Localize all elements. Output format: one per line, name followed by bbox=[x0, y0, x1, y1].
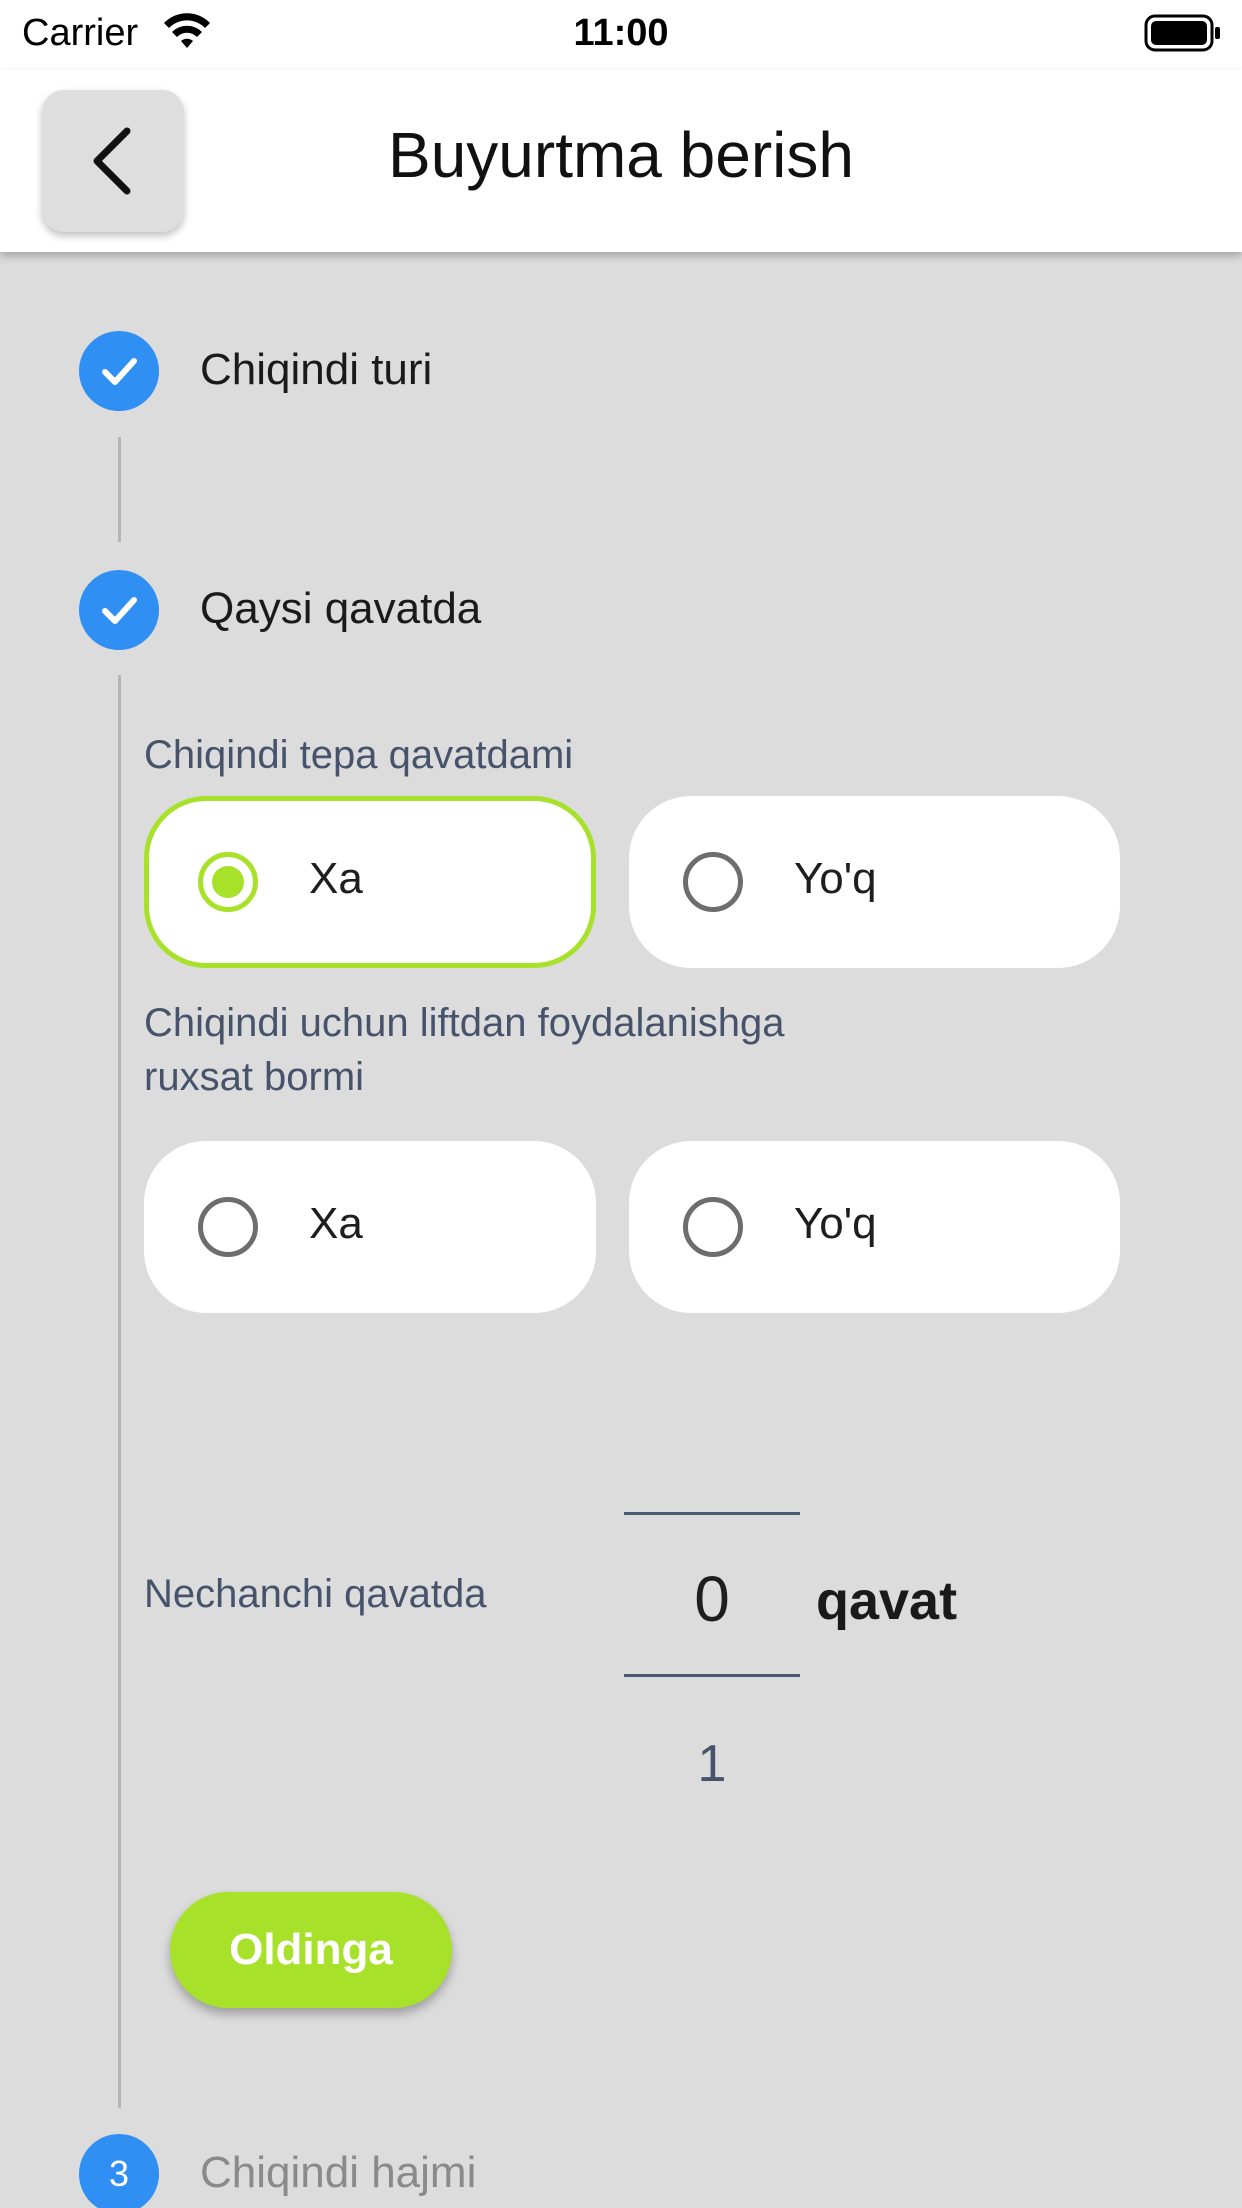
radio-option-top-floor-no[interactable]: Yo'q bbox=[629, 796, 1120, 968]
radio-option-lift-no[interactable]: Yo'q bbox=[629, 1141, 1120, 1313]
question-line: Chiqindi uchun liftdan foydalanishga bbox=[144, 1001, 785, 1045]
step-number: 3 bbox=[108, 2153, 130, 2194]
radio-label: Yo'q bbox=[794, 854, 877, 903]
picker-divider bbox=[624, 1512, 800, 1515]
floor-unit-label: qavat bbox=[816, 1571, 958, 1631]
radio-option-top-floor-yes[interactable]: Xa bbox=[144, 796, 596, 968]
page-title: Buyurtma berish bbox=[388, 119, 854, 191]
question-line: ruxsat bormi bbox=[144, 1055, 365, 1099]
status-time: 11:00 bbox=[573, 12, 669, 54]
radio-label: Xa bbox=[309, 1199, 363, 1248]
floor-picker-selected-value[interactable]: 0 bbox=[624, 1562, 800, 1636]
picker-divider bbox=[624, 1674, 800, 1677]
battery-icon bbox=[1144, 14, 1220, 52]
app-bar: Buyurtma berish bbox=[0, 70, 1242, 252]
question-lift-permission: Chiqindi uchun liftdan foydalanishga rux… bbox=[144, 996, 784, 1104]
radio-option-lift-yes[interactable]: Xa bbox=[144, 1141, 596, 1313]
floor-picker-next-value[interactable]: 1 bbox=[624, 1734, 800, 1794]
radio-label: Yo'q bbox=[794, 1199, 877, 1248]
step-3-label[interactable]: Chiqindi hajmi bbox=[200, 2148, 476, 2198]
floor-number-label: Nechanchi qavatda bbox=[144, 1572, 487, 1616]
step-2-label[interactable]: Qaysi qavatda bbox=[200, 584, 481, 634]
question-top-floor: Chiqindi tepa qavatdami bbox=[144, 733, 574, 777]
step-connector bbox=[118, 675, 121, 2108]
radio-unselected-icon bbox=[683, 852, 743, 912]
step-3-indicator[interactable]: 3 bbox=[79, 2134, 159, 2208]
radio-unselected-icon bbox=[198, 1197, 258, 1257]
step-1-completed-indicator[interactable] bbox=[79, 331, 159, 411]
radio-selected-icon bbox=[198, 852, 258, 912]
radio-label: Xa bbox=[309, 854, 363, 903]
step-connector bbox=[118, 437, 121, 542]
status-bar: Carrier 11:00 bbox=[0, 0, 1242, 70]
step-1-label[interactable]: Chiqindi turi bbox=[200, 345, 432, 395]
step-2-completed-indicator[interactable] bbox=[79, 570, 159, 650]
next-button[interactable]: Oldinga bbox=[170, 1892, 452, 2008]
check-icon bbox=[102, 358, 137, 385]
check-icon bbox=[102, 597, 137, 624]
radio-unselected-icon bbox=[683, 1197, 743, 1257]
